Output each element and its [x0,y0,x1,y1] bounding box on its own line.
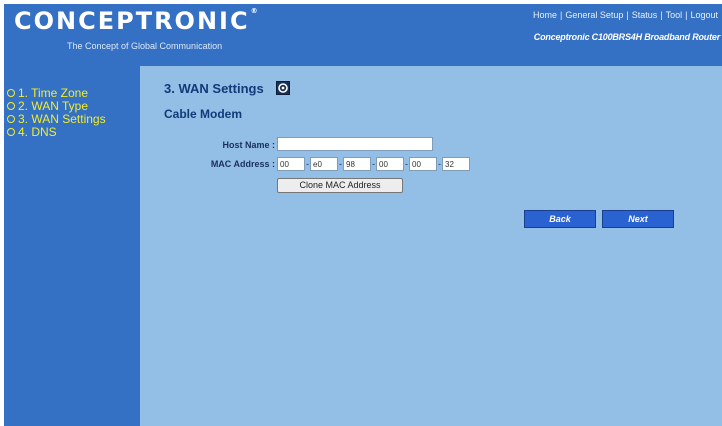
circle-bullet-icon [7,101,15,110]
back-button[interactable]: Back [524,210,596,228]
sidebar-item-dns[interactable]: 4. DNS [7,125,57,139]
mac-field-1[interactable] [277,157,305,171]
nav-status-link[interactable]: Status [632,10,658,20]
page-title: 3. WAN Settings [164,81,264,96]
page-subtitle: Cable Modem [164,107,243,121]
sidebar-item-wan-type[interactable]: 2. WAN Type [7,99,88,113]
mac-separator: - [405,159,408,169]
mac-field-4[interactable] [376,157,404,171]
mac-field-3[interactable] [343,157,371,171]
top-nav: Home | General Setup | Status | Tool | Logout [533,10,718,20]
nav-logout-link[interactable]: Logout [690,10,718,20]
sidebar-item-time-zone[interactable]: 1. Time Zone [7,86,88,100]
circle-bullet-icon [7,88,15,97]
header: CONCEPTRONIC® The Concept of Global Comm… [4,4,722,66]
nav-tool-link[interactable]: Tool [666,10,683,20]
sidebar-item-wan-settings[interactable]: 3. WAN Settings [7,112,106,126]
nav-general-setup-link[interactable]: General Setup [565,10,623,20]
mac-field-2[interactable] [310,157,338,171]
mac-separator: - [372,159,375,169]
host-name-input[interactable] [277,137,433,151]
circle-bullet-icon [7,114,15,123]
mac-separator: - [339,159,342,169]
nav-home-link[interactable]: Home [533,10,557,20]
mac-address-label: MAC Address : [210,159,275,169]
mac-separator: - [306,159,309,169]
brand-tagline: The Concept of Global Communication [67,41,223,51]
mac-separator: - [438,159,441,169]
brand-logo: CONCEPTRONIC® [14,7,258,35]
mac-field-5[interactable] [409,157,437,171]
host-name-label: Host Name : [222,140,275,150]
router-page: CONCEPTRONIC® The Concept of Global Comm… [4,4,722,426]
sidebar: 1. Time Zone 2. WAN Type 3. WAN Settings… [4,66,140,426]
model-name: Conceptronic C100BRS4H Broadband Router [533,32,720,42]
help-icon[interactable] [276,81,290,95]
mac-field-6[interactable] [442,157,470,171]
circle-bullet-icon [7,127,15,136]
clone-mac-address-button[interactable]: Clone MAC Address [277,178,403,193]
next-button[interactable]: Next [602,210,674,228]
